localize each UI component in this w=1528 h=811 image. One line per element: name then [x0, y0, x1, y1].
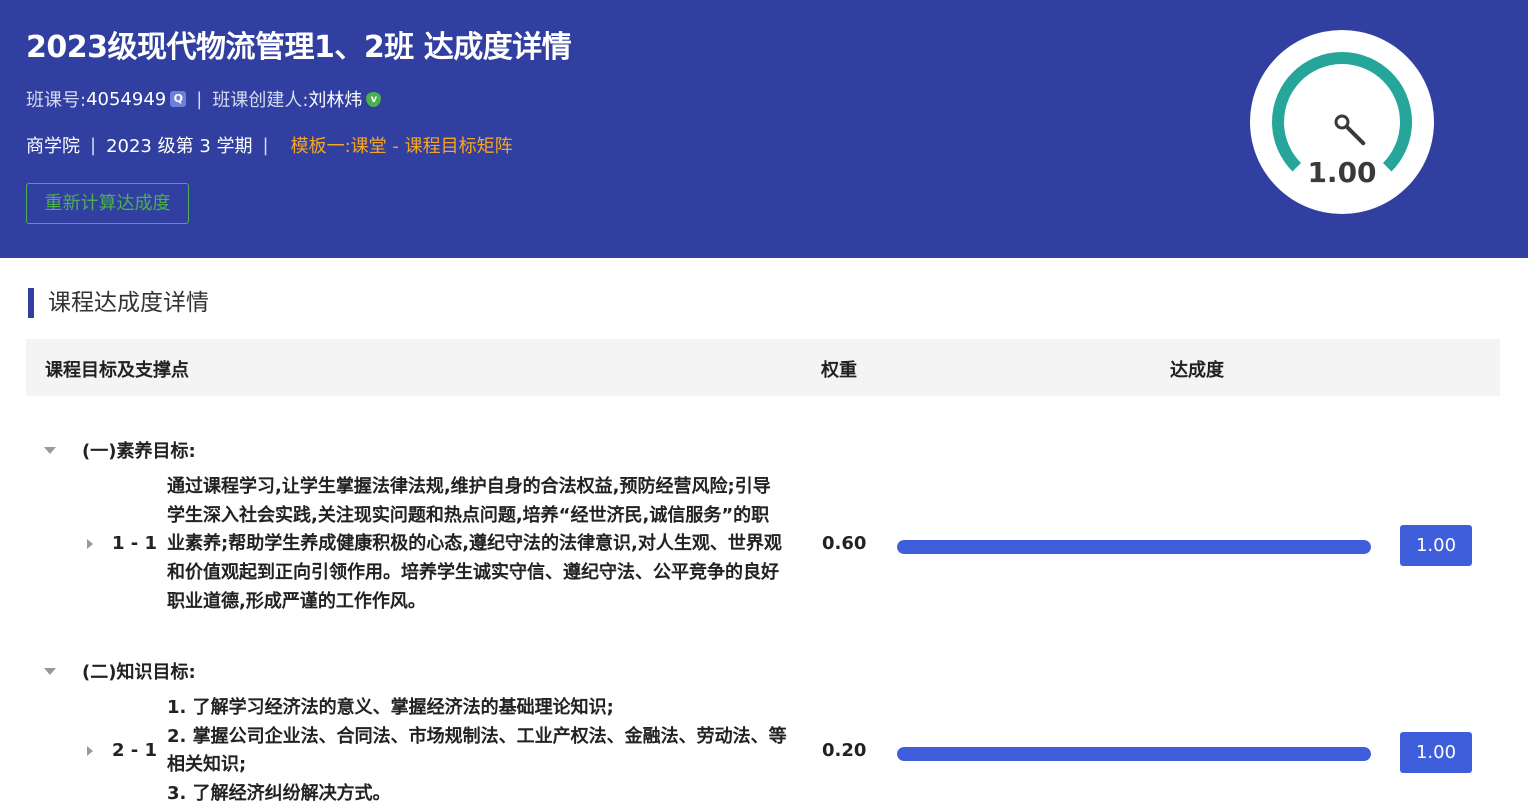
course-info: 商学院 | 2023 级第 3 学期 | 模板一:课堂 - 课程目标矩阵 [26, 132, 513, 158]
chevron-down-icon [44, 446, 56, 454]
separator: | [196, 88, 203, 110]
description-line: 1. 了解学习经济法的意义、掌握经济法的基础理论知识; [167, 697, 614, 718]
course-code-label: 班课号: [26, 90, 87, 111]
column-header-weight: 权重 [821, 360, 857, 381]
creator-name: 刘林炜 [308, 90, 363, 111]
progress-fill [897, 747, 1371, 761]
achievement-score[interactable]: 1.00 [1400, 525, 1472, 566]
term: 2023 级第 3 学期 [106, 136, 253, 157]
chevron-down-icon [44, 667, 56, 675]
course-meta: 班课号: 4054949 Q | 班课创建人: 刘林炜 v [26, 86, 382, 112]
gauge-needle-hub [1334, 114, 1350, 130]
progress-fill [897, 540, 1371, 554]
description-line: 3. 了解经济纠纷解决方式。 [167, 783, 391, 805]
objective-code: 2 - 1 [112, 740, 158, 761]
section-title: 课程达成度详情 [28, 288, 209, 318]
objective-code: 1 - 1 [112, 533, 158, 554]
objective-description: 通过课程学习,让学生掌握法律法规,维护自身的合法权益,预防经营风险;引导学生深入… [167, 476, 782, 612]
table-header: 课程目标及支撑点 权重 达成度 [26, 339, 1500, 396]
page-title: 2023级现代物流管理1、2班 达成度详情 [26, 30, 572, 65]
group-toggle[interactable]: (一)素养目标: [44, 437, 196, 463]
template-link[interactable]: 模板一:课堂 - 课程目标矩阵 [291, 132, 513, 158]
chevron-right-icon[interactable] [87, 746, 93, 756]
creator-label: 班课创建人: [212, 90, 309, 111]
objective-weight: 0.20 [822, 740, 867, 761]
objective-weight: 0.60 [822, 533, 867, 554]
column-header-achievement: 达成度 [1170, 360, 1224, 381]
gauge-value: 1.00 [1307, 156, 1377, 189]
group-toggle[interactable]: (二)知识目标: [44, 658, 196, 684]
column-header-objective: 课程目标及支撑点 [45, 360, 189, 381]
verified-icon: v [366, 91, 382, 107]
course-header: 2023级现代物流管理1、2班 达成度详情 班课号: 4054949 Q | 班… [0, 0, 1528, 258]
qr-icon[interactable]: Q [170, 91, 187, 107]
achievement-progress-bar [897, 540, 1371, 554]
separator: | [262, 134, 269, 156]
group-title: (一)素养目标: [82, 441, 196, 462]
description-line: 2. 掌握公司企业法、合同法、市场规制法、工业产权法、金融法、劳动法、等相关知识… [167, 725, 787, 776]
separator: | [90, 134, 97, 156]
group-title: (二)知识目标: [82, 662, 196, 683]
recalculate-button[interactable]: 重新计算达成度 [26, 183, 189, 224]
course-code: 4054949 [86, 88, 167, 110]
chevron-right-icon[interactable] [87, 539, 93, 549]
gauge-arc [1272, 52, 1412, 172]
achievement-gauge: 1.00 [1250, 30, 1434, 214]
achievement-score[interactable]: 1.00 [1400, 732, 1472, 773]
objective-description: 1. 了解学习经济法的意义、掌握经济法的基础理论知识; 2. 掌握公司企业法、合… [167, 694, 787, 809]
achievement-progress-bar [897, 747, 1371, 761]
college: 商学院 [26, 136, 80, 157]
